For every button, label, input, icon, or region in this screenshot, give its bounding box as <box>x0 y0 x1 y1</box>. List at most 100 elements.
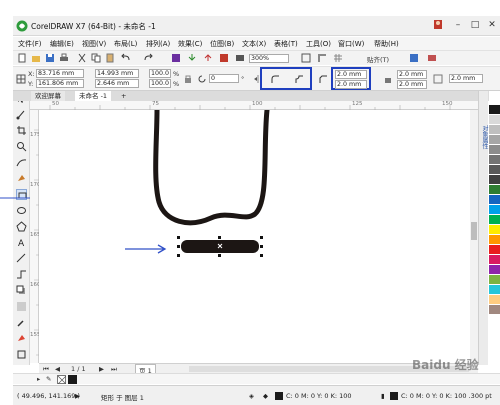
publish-pdf-icon[interactable] <box>219 53 229 63</box>
search-content-icon[interactable] <box>171 53 181 63</box>
docker-tab-object-properties[interactable]: 对象属性 <box>480 125 488 149</box>
height-field[interactable]: 2.646 mm <box>95 79 139 88</box>
maximize-button[interactable]: □ <box>468 19 482 32</box>
ellipse-tool-icon[interactable] <box>16 205 27 216</box>
drawing-canvas[interactable] <box>39 110 470 363</box>
save-icon[interactable] <box>45 53 55 63</box>
palette-swatch[interactable] <box>489 195 500 205</box>
connector-tool-icon[interactable] <box>16 269 27 280</box>
lock-ratio-icon[interactable] <box>183 74 193 84</box>
color-eyedropper-icon[interactable] <box>16 317 27 328</box>
menu-arrange[interactable]: 排列(A) <box>146 39 170 49</box>
parallel-dimension-tool-icon[interactable] <box>16 253 27 264</box>
scale-y-field[interactable]: 100.0 <box>149 79 171 88</box>
show-rulers-icon[interactable] <box>317 53 327 63</box>
undo-icon[interactable] <box>121 53 131 63</box>
shape-tool-icon[interactable] <box>16 109 27 120</box>
palette-swatch[interactable] <box>489 125 500 135</box>
palette-menu-icon[interactable]: ▸ <box>37 375 40 383</box>
vertical-scrollbar[interactable] <box>470 110 478 363</box>
cut-icon[interactable] <box>77 53 87 63</box>
menu-file[interactable]: 文件(F) <box>18 39 42 49</box>
smart-fill-tool-icon[interactable] <box>16 173 27 184</box>
close-button[interactable]: ✕ <box>485 19 499 32</box>
scrollbar-thumb[interactable] <box>471 222 477 240</box>
menu-table[interactable]: 表格(T) <box>274 39 298 49</box>
zoom-tool-icon[interactable] <box>16 141 27 152</box>
user-icon[interactable] <box>431 19 445 32</box>
menu-effects[interactable]: 效果(C) <box>178 39 202 49</box>
menu-tools[interactable]: 工具(O) <box>306 39 331 49</box>
zoom-level-field[interactable]: 300% <box>249 54 289 63</box>
corner-radius-bottom-right[interactable]: 2.0 mm <box>397 80 427 89</box>
chamfer-corner-icon[interactable] <box>318 74 328 84</box>
launch-icon[interactable] <box>427 53 437 63</box>
drop-shadow-tool-icon[interactable] <box>16 285 27 296</box>
rotation-angle-field[interactable]: 0 <box>209 74 239 83</box>
menu-window[interactable]: 窗口(W) <box>338 39 364 49</box>
minimize-button[interactable]: – <box>451 19 465 32</box>
corner-radius-top-left[interactable]: 2.0 mm <box>335 70 367 79</box>
palette-swatch[interactable] <box>489 295 500 305</box>
text-tool-icon[interactable]: A <box>16 237 27 249</box>
palette-swatch[interactable] <box>489 115 500 125</box>
palette-swatch[interactable] <box>489 205 500 215</box>
tab-document[interactable]: 未命名 -1 <box>75 91 112 101</box>
horizontal-ruler[interactable]: 50 75 100 125 150 <box>30 101 478 110</box>
x-position-field[interactable]: 83.716 mm <box>36 69 84 78</box>
outline-pen-icon[interactable]: ▮ <box>381 392 385 400</box>
snap-to-dropdown[interactable]: 贴齐(T) <box>367 54 389 64</box>
copy-icon[interactable] <box>91 53 101 63</box>
menu-bitmaps[interactable]: 位图(B) <box>210 39 234 49</box>
preset-icon[interactable] <box>16 74 26 84</box>
menu-layout[interactable]: 布局(L) <box>114 39 137 49</box>
palette-swatch[interactable] <box>489 185 500 195</box>
menu-edit[interactable]: 编辑(E) <box>50 39 74 49</box>
palette-swatch[interactable] <box>489 305 500 315</box>
round-corner-icon[interactable] <box>270 74 280 84</box>
menu-help[interactable]: 帮助(H) <box>374 39 399 49</box>
coordinates-toggle-icon[interactable]: ▶ <box>75 392 80 400</box>
palette-swatch[interactable] <box>489 235 500 245</box>
scale-corners-icon[interactable] <box>433 74 443 84</box>
vertical-ruler[interactable]: 175 170 165 160 155 <box>30 110 41 363</box>
add-tab-button[interactable]: + <box>117 91 130 101</box>
palette-swatch[interactable] <box>489 245 500 255</box>
palette-swatch[interactable] <box>489 255 500 265</box>
palette-swatch[interactable] <box>489 275 500 285</box>
options-icon[interactable] <box>409 53 419 63</box>
black-swatch[interactable] <box>68 375 77 384</box>
palette-swatch[interactable] <box>489 165 500 175</box>
next-page-icon[interactable]: ▶ <box>99 365 104 373</box>
corner-radius-top-right[interactable]: 2.0 mm <box>397 70 427 79</box>
palette-swatch[interactable] <box>489 285 500 295</box>
eyedropper-icon[interactable]: ✎ <box>46 375 51 383</box>
palette-swatch[interactable] <box>489 155 500 165</box>
palette-swatch[interactable] <box>489 215 500 225</box>
palette-swatch[interactable] <box>489 135 500 145</box>
export-icon[interactable] <box>203 53 213 63</box>
interactive-fill-tool-icon[interactable] <box>16 333 27 344</box>
smart-fill-icon[interactable] <box>16 349 27 360</box>
scale-x-field[interactable]: 100.0 <box>149 69 171 78</box>
palette-swatch[interactable] <box>489 265 500 275</box>
redo-icon[interactable] <box>143 53 153 63</box>
open-folder-icon[interactable] <box>31 53 41 63</box>
rotate-icon[interactable] <box>197 74 207 84</box>
palette-swatch[interactable] <box>489 145 500 155</box>
transparency-tool-icon[interactable] <box>16 301 27 312</box>
menu-view[interactable]: 视图(V) <box>82 39 106 49</box>
palette-swatch[interactable] <box>489 175 500 185</box>
import-icon[interactable] <box>187 53 197 63</box>
tab-welcome-screen[interactable]: 欢迎屏幕 <box>31 91 65 101</box>
paste-icon[interactable] <box>105 53 115 63</box>
freehand-tool-icon[interactable] <box>16 157 27 168</box>
polygon-tool-icon[interactable] <box>16 221 27 232</box>
new-document-icon[interactable] <box>17 53 27 63</box>
prev-page-icon[interactable]: ◀ <box>55 365 60 373</box>
outline-width-field[interactable]: 2.0 mm <box>449 74 483 83</box>
application-launcher-icon[interactable] <box>235 53 245 63</box>
no-color-swatch[interactable] <box>57 375 67 385</box>
scalloped-corner-icon[interactable] <box>294 74 304 84</box>
crop-tool-icon[interactable] <box>16 125 27 136</box>
